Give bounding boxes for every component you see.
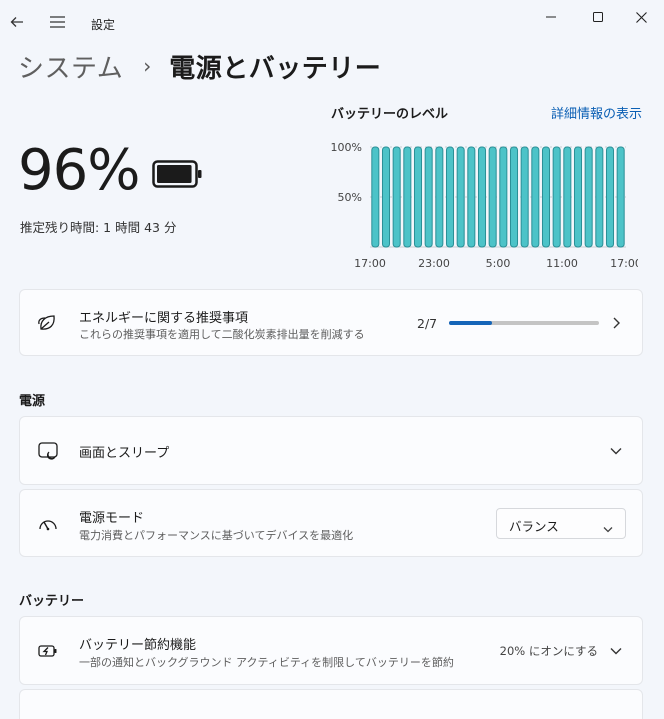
details-link[interactable]: 詳細情報の表示 [551, 103, 642, 122]
battery-saver-icon [36, 639, 60, 663]
battery-icon [152, 160, 202, 192]
hamburger-icon [49, 16, 65, 28]
y-tick-label: 50% [338, 191, 362, 204]
chart-bar [499, 146, 508, 248]
screen-sleep-title: 画面とスリープ [79, 446, 170, 461]
power-mode-dropdown[interactable]: バランス [496, 508, 626, 539]
minimize-icon [546, 16, 556, 18]
x-tick-label: 23:00 [418, 257, 450, 270]
close-button[interactable] [618, 0, 664, 34]
chart-bar [509, 146, 519, 248]
back-arrow-icon [10, 17, 23, 27]
app-title: 設定 [91, 18, 116, 32]
battery-percent: 96% [18, 138, 140, 203]
y-tick-label: 100% [331, 141, 362, 154]
chart-bar [445, 146, 455, 248]
chart-bar [616, 146, 625, 248]
chevron-down-icon [603, 518, 613, 537]
chart-bar [392, 146, 401, 248]
power-mode-selected: バランス [509, 519, 559, 534]
battery-saver-title: バッテリー節約機能 [79, 638, 197, 653]
page-title: 電源とバッテリー [169, 53, 382, 84]
battery-level-chart: 100% 50% 17:00 23:00 5:00 11:00 17:00 [331, 141, 638, 270]
chart-bar [403, 146, 412, 248]
chart-bar [413, 146, 423, 248]
screen-sleep-card[interactable]: 画面とスリープ [19, 416, 643, 485]
breadcrumb: システム › 電源とバッテリー [18, 46, 381, 86]
chart-bar [456, 146, 465, 248]
battery-section-label: バッテリー [19, 594, 85, 609]
chart-bar [520, 146, 529, 248]
chart-bar [381, 146, 391, 248]
chart-bar [435, 146, 444, 248]
chevron-down-icon[interactable] [606, 641, 626, 661]
chart-bar [541, 146, 551, 248]
x-tick-label: 17:00 [610, 257, 638, 270]
chart-title: バッテリーのレベル [331, 107, 449, 122]
chart-bar [477, 146, 487, 248]
battery-saver-card[interactable]: バッテリー節約機能 一部の通知とバックグラウンド アクティビティを制限してバッテ… [19, 616, 643, 685]
chevron-right-icon[interactable] [606, 313, 626, 333]
chart-bar [595, 146, 604, 248]
back-button[interactable] [3, 8, 31, 36]
energy-recommendation-card[interactable]: エネルギーに関する推奨事項 これらの推奨事項を適用して二酸化炭素排出量を削減する… [19, 289, 643, 356]
chart-bar [563, 146, 572, 248]
breadcrumb-parent-link[interactable]: システム [18, 48, 123, 85]
chevron-down-icon[interactable] [606, 441, 626, 461]
remaining-time: 推定残り時間: 1 時間 43 分 [20, 220, 177, 235]
chart-bar [573, 146, 583, 248]
chart-bar [467, 146, 476, 248]
chart-bar [488, 146, 497, 248]
power-section-label: 電源 [19, 394, 46, 409]
menu-button[interactable] [43, 8, 71, 36]
chart-bar [424, 146, 433, 248]
x-tick-label: 11:00 [546, 257, 578, 270]
minimize-button[interactable] [528, 0, 574, 34]
leaf-icon [36, 311, 60, 335]
battery-saver-subtitle: 一部の通知とバックグラウンド アクティビティを制限してバッテリーを節約 [79, 656, 454, 669]
maximize-icon [593, 12, 603, 22]
chart-bar [371, 146, 380, 248]
title-bar: 設定 [0, 0, 664, 48]
recommendation-progress-bar [449, 321, 599, 325]
recommendation-title: エネルギーに関する推奨事項 [79, 311, 249, 326]
chart-bar [531, 146, 540, 248]
recommendation-progress-count: 2/7 [417, 316, 438, 331]
x-tick-label: 17:00 [354, 257, 386, 270]
breadcrumb-separator-icon: › [143, 54, 152, 78]
chart-bar [552, 146, 561, 248]
chart-bar [605, 146, 615, 248]
recommendation-subtitle: これらの推奨事項を適用して二酸化炭素排出量を削減する [79, 328, 365, 341]
screen-sleep-icon [36, 439, 60, 463]
chart-bar [584, 146, 593, 248]
recommendation-progress-fill [449, 321, 492, 325]
power-mode-card: 電源モード 電力消費とパフォーマンスに基づいてデバイスを最適化 バランス [19, 489, 643, 557]
speedometer-icon [36, 512, 60, 536]
power-mode-title: 電源モード [79, 511, 145, 526]
x-tick-label: 5:00 [486, 257, 511, 270]
battery-saver-status: 20% にオンにする [499, 644, 598, 658]
power-mode-subtitle: 電力消費とパフォーマンスに基づいてデバイスを最適化 [79, 529, 354, 542]
next-card[interactable] [19, 689, 643, 719]
maximize-button[interactable] [575, 0, 621, 34]
close-icon [635, 11, 647, 23]
